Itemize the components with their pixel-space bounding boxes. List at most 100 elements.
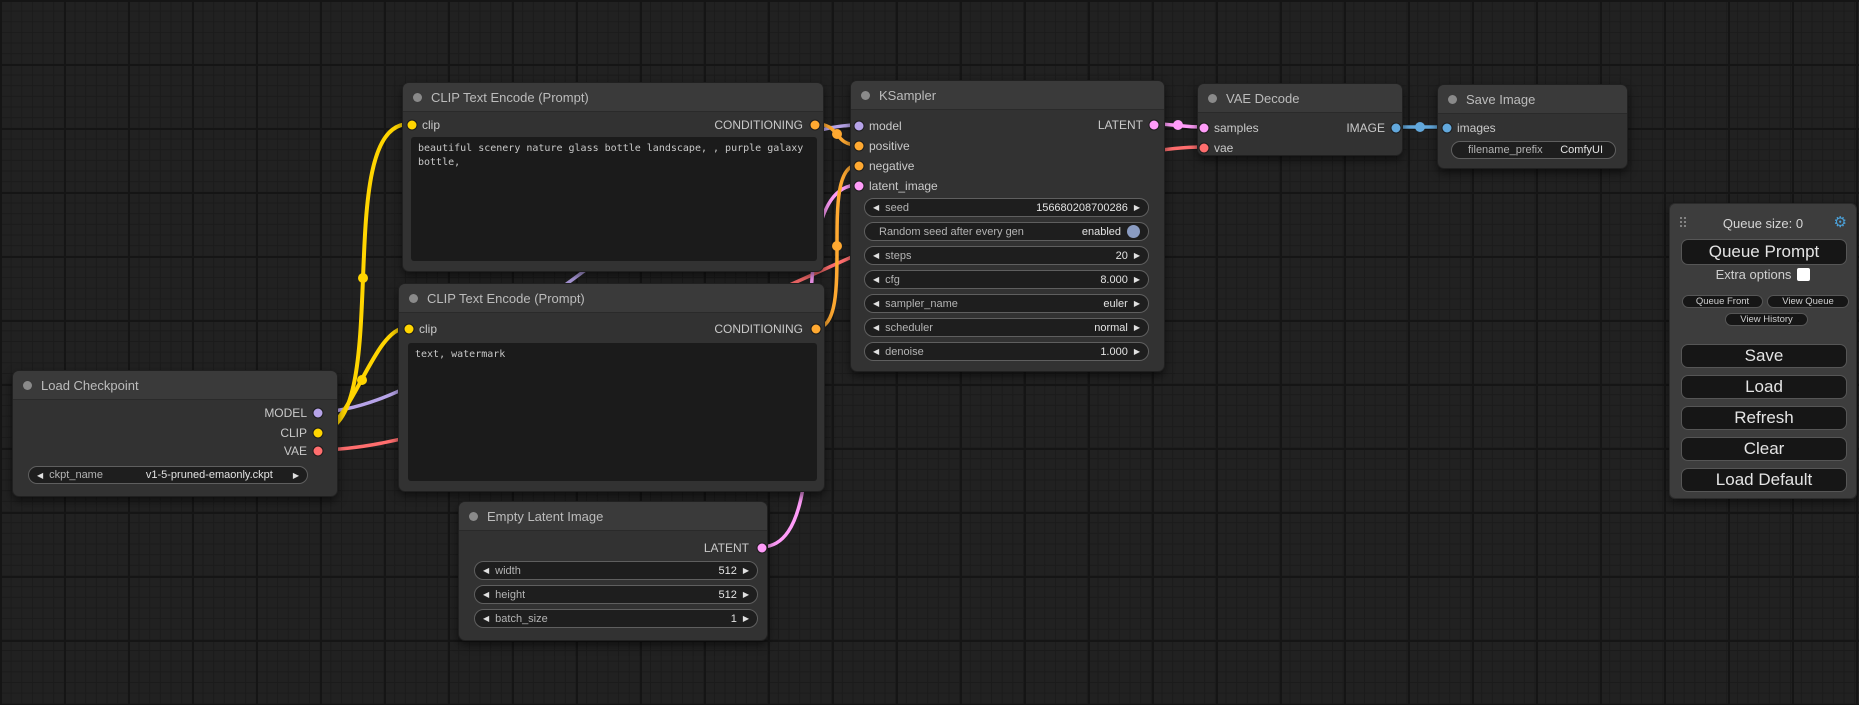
output-dot-conditioning[interactable] <box>812 325 821 334</box>
link-dot-image <box>1415 122 1425 132</box>
input-label-positive: positive <box>869 139 910 153</box>
seed-widget[interactable]: ◀ seed 156680208700286 ▶ <box>864 198 1149 217</box>
input-label-samples: samples <box>1214 121 1259 135</box>
input-dot-images[interactable] <box>1443 124 1452 133</box>
increment-arrow-icon[interactable]: ▶ <box>293 471 299 480</box>
increment-arrow-icon[interactable]: ▶ <box>743 590 749 599</box>
input-dot-negative[interactable] <box>855 162 864 171</box>
width-widget[interactable]: ◀ width 512 ▶ <box>474 561 758 580</box>
increment-arrow-icon[interactable]: ▶ <box>1134 299 1140 308</box>
decrement-arrow-icon[interactable]: ◀ <box>483 566 489 575</box>
input-dot-clip[interactable] <box>408 121 417 130</box>
node-clip-text-encode-positive[interactable]: CLIP Text Encode (Prompt) clip CONDITION… <box>402 82 824 272</box>
decrement-arrow-icon[interactable]: ◀ <box>873 323 879 332</box>
input-dot-latent-image[interactable] <box>855 182 864 191</box>
node-empty-latent-header[interactable]: Empty Latent Image <box>459 502 767 531</box>
increment-arrow-icon[interactable]: ▶ <box>1134 203 1140 212</box>
node-ksampler-header[interactable]: KSampler <box>851 81 1164 110</box>
input-label-latent-image: latent_image <box>869 179 938 193</box>
queue-prompt-button[interactable]: Queue Prompt <box>1681 239 1847 265</box>
output-dot-image[interactable] <box>1392 124 1401 133</box>
node-vae-decode-header[interactable]: VAE Decode <box>1198 84 1402 113</box>
widget-value: 512 <box>718 589 736 601</box>
decrement-arrow-icon[interactable]: ◀ <box>873 275 879 284</box>
denoise-widget[interactable]: ◀ denoise 1.000 ▶ <box>864 342 1149 361</box>
random-seed-toggle-widget[interactable]: Random seed after every gen enabled <box>864 222 1149 241</box>
output-dot-conditioning[interactable] <box>811 121 820 130</box>
refresh-button[interactable]: Refresh <box>1681 406 1847 430</box>
decrement-arrow-icon[interactable]: ◀ <box>483 590 489 599</box>
increment-arrow-icon[interactable]: ▶ <box>743 566 749 575</box>
output-label-clip: CLIP <box>280 426 307 440</box>
widget-label: seed <box>885 202 909 214</box>
load-default-button[interactable]: Load Default <box>1681 468 1847 492</box>
widget-label: Random seed after every gen <box>879 226 1024 238</box>
widget-value: enabled <box>1082 226 1121 238</box>
input-dot-vae[interactable] <box>1200 144 1209 153</box>
sampler-name-widget[interactable]: ◀ sampler_name euler ▶ <box>864 294 1149 313</box>
increment-arrow-icon[interactable]: ▶ <box>1134 347 1140 356</box>
toggle-on-icon[interactable] <box>1127 225 1140 238</box>
decrement-arrow-icon[interactable]: ◀ <box>37 471 43 480</box>
node-clip-encode-negative-header[interactable]: CLIP Text Encode (Prompt) <box>399 284 824 313</box>
view-queue-button[interactable]: View Queue <box>1767 295 1849 308</box>
link-dot-conditioning-2 <box>832 241 842 251</box>
queue-panel: Queue size: 0 ⚙ Queue Prompt Extra optio… <box>1669 203 1857 499</box>
increment-arrow-icon[interactable]: ▶ <box>743 614 749 623</box>
node-clip-encode-positive-header[interactable]: CLIP Text Encode (Prompt) <box>403 83 823 112</box>
input-label-model: model <box>869 119 902 133</box>
node-status-dot <box>1208 94 1217 103</box>
node-vae-decode[interactable]: VAE Decode samples vae IMAGE <box>1197 83 1403 156</box>
widget-label: scheduler <box>885 322 933 334</box>
input-dot-clip[interactable] <box>405 325 414 334</box>
increment-arrow-icon[interactable]: ▶ <box>1134 275 1140 284</box>
decrement-arrow-icon[interactable]: ◀ <box>873 299 879 308</box>
node-title: Save Image <box>1466 92 1535 107</box>
queue-front-button[interactable]: Queue Front <box>1682 295 1763 308</box>
output-label-vae: VAE <box>284 444 307 458</box>
height-widget[interactable]: ◀ height 512 ▶ <box>474 585 758 604</box>
node-save-image-header[interactable]: Save Image <box>1438 85 1627 114</box>
extra-options-checkbox[interactable] <box>1797 268 1810 281</box>
widget-label: batch_size <box>495 613 548 625</box>
output-dot-latent[interactable] <box>1150 121 1159 130</box>
input-label-clip: clip <box>422 118 440 132</box>
node-title: CLIP Text Encode (Prompt) <box>431 90 589 105</box>
widget-value: normal <box>1094 322 1128 334</box>
output-dot-vae[interactable] <box>314 447 323 456</box>
steps-widget[interactable]: ◀ steps 20 ▶ <box>864 246 1149 265</box>
clear-button[interactable]: Clear <box>1681 437 1847 461</box>
filename-prefix-widget[interactable]: filename_prefix ComfyUI <box>1451 141 1616 159</box>
node-save-image[interactable]: Save Image images filename_prefix ComfyU… <box>1437 84 1628 169</box>
node-clip-text-encode-negative[interactable]: CLIP Text Encode (Prompt) clip CONDITION… <box>398 283 825 492</box>
input-dot-model[interactable] <box>855 122 864 131</box>
node-load-checkpoint-header[interactable]: Load Checkpoint <box>13 371 337 400</box>
input-dot-samples[interactable] <box>1200 124 1209 133</box>
input-dot-positive[interactable] <box>855 142 864 151</box>
save-button[interactable]: Save <box>1681 344 1847 368</box>
decrement-arrow-icon[interactable]: ◀ <box>873 251 879 260</box>
cfg-widget[interactable]: ◀ cfg 8.000 ▶ <box>864 270 1149 289</box>
node-load-checkpoint[interactable]: Load Checkpoint MODEL CLIP VAE ◀ ckpt_na… <box>12 370 338 497</box>
gear-icon[interactable]: ⚙ <box>1834 215 1847 230</box>
load-button[interactable]: Load <box>1681 375 1847 399</box>
output-dot-latent[interactable] <box>758 544 767 553</box>
link-dot-conditioning-1 <box>832 129 842 139</box>
prompt-textarea-negative[interactable]: text, watermark <box>408 343 817 481</box>
output-dot-clip[interactable] <box>314 429 323 438</box>
node-ksampler[interactable]: KSampler model positive negative latent_… <box>850 80 1165 372</box>
scheduler-widget[interactable]: ◀ scheduler normal ▶ <box>864 318 1149 337</box>
node-status-dot <box>413 93 422 102</box>
increment-arrow-icon[interactable]: ▶ <box>1134 323 1140 332</box>
view-history-button[interactable]: View History <box>1725 313 1808 326</box>
decrement-arrow-icon[interactable]: ◀ <box>483 614 489 623</box>
increment-arrow-icon[interactable]: ▶ <box>1134 251 1140 260</box>
ckpt-name-widget[interactable]: ◀ ckpt_name v1-5-pruned-emaonly.ckpt ▶ <box>28 466 308 484</box>
prompt-textarea-positive[interactable]: beautiful scenery nature glass bottle la… <box>411 137 817 261</box>
batch-size-widget[interactable]: ◀ batch_size 1 ▶ <box>474 609 758 628</box>
node-empty-latent-image[interactable]: Empty Latent Image LATENT ◀ width 512 ▶ … <box>458 501 768 641</box>
decrement-arrow-icon[interactable]: ◀ <box>873 347 879 356</box>
node-graph-canvas[interactable]: Load Checkpoint MODEL CLIP VAE ◀ ckpt_na… <box>0 0 1859 705</box>
decrement-arrow-icon[interactable]: ◀ <box>873 203 879 212</box>
output-dot-model[interactable] <box>314 409 323 418</box>
